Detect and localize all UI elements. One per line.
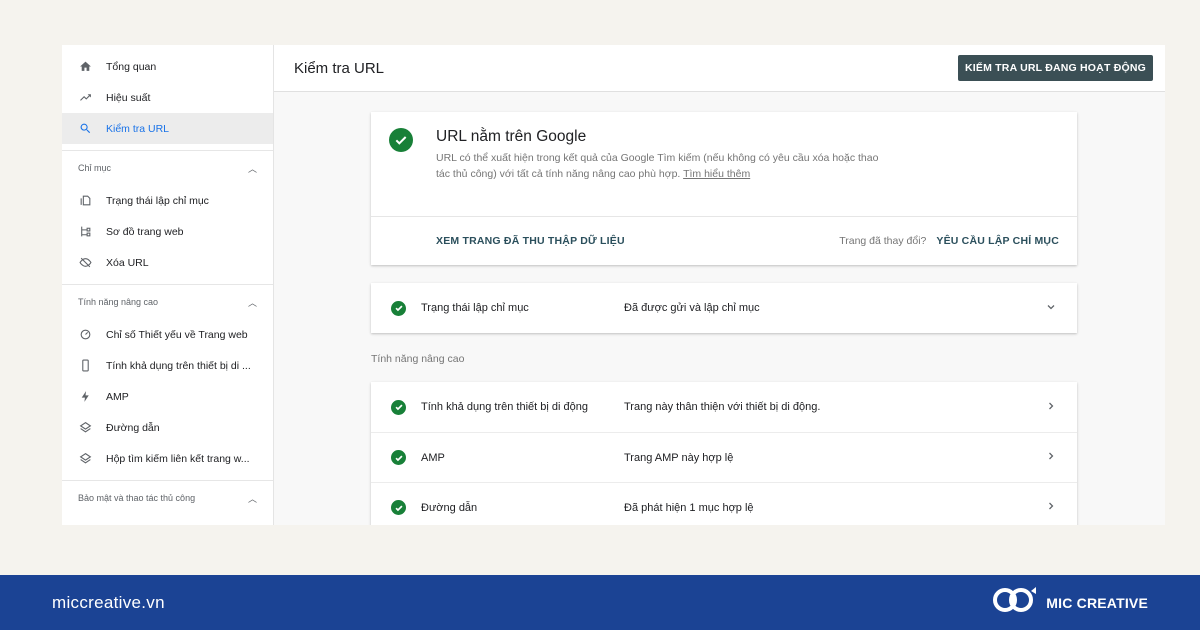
sidebar-item-breadcrumbs[interactable]: Đường dẫn <box>62 412 273 443</box>
row-label: Tính khả dụng trên thiết bị di động <box>421 401 588 413</box>
page-changed-question: Trang đã thay đổi? <box>839 234 927 247</box>
footer-bar: miccreative.vn MIC CREATIVE <box>0 575 1200 630</box>
check-circle-icon <box>389 128 413 152</box>
sidebar-item-label: Xóa URL <box>106 256 149 269</box>
row-value: Trang AMP này hợp lệ <box>624 451 734 464</box>
bolt-icon <box>78 390 92 404</box>
check-circle-icon <box>391 399 406 415</box>
chevron-up-icon: ︿ <box>247 163 257 174</box>
enhancement-row[interactable]: AMP Trang AMP này hợp lệ <box>371 432 1077 482</box>
main-content: Kiểm tra URL KIỂM TRA URL ĐANG HOẠT ĐỘNG… <box>274 45 1165 525</box>
row-value: Đã được gửi và lập chỉ mục <box>624 302 760 314</box>
sidebar-item-label: Đường dẫn <box>106 421 160 434</box>
enhancements-card: Tính khả dụng trên thiết bị di động Tran… <box>371 382 1077 525</box>
request-indexing-button[interactable]: YÊU CẦU LẬP CHỈ MỤC <box>936 235 1059 247</box>
sidebar-item-overview[interactable]: Tổng quan <box>62 51 273 82</box>
layers-icon <box>78 452 92 466</box>
sidebar-item-url-inspection[interactable]: Kiểm tra URL <box>62 113 273 144</box>
row-label: Đường dẫn <box>421 501 478 514</box>
section-header-security[interactable]: Bảo mật và thao tác thủ công ︿ <box>62 481 273 515</box>
test-live-url-button[interactable]: KIỂM TRA URL ĐANG HOẠT ĐỘNG <box>958 55 1153 81</box>
inspection-result-card: URL nằm trên Google URL có thể xuất hiện… <box>371 112 1077 265</box>
row-value: Trang này thân thiện với thiết bị di độn… <box>624 401 821 413</box>
home-icon <box>78 60 92 74</box>
chevron-up-icon: ︿ <box>247 493 257 504</box>
index-status-row[interactable]: Trạng thái lập chỉ mục Đã được gửi và lậ… <box>371 283 1077 333</box>
sidebar-item-label: Sơ đồ trang web <box>106 225 184 238</box>
result-description-text: URL có thể xuất hiện trong kết quả của G… <box>436 152 879 180</box>
chevron-right-icon <box>1045 450 1057 465</box>
sidebar-item-index-status[interactable]: Trạng thái lập chỉ mục <box>62 185 273 216</box>
visibility-off-icon <box>78 256 92 270</box>
top-bar: Kiểm tra URL KIỂM TRA URL ĐANG HOẠT ĐỘNG <box>274 45 1165 92</box>
chevron-down-icon <box>1045 301 1057 316</box>
chevron-right-icon <box>1045 500 1057 515</box>
search-icon <box>78 122 92 136</box>
sidebar-item-label: Chỉ số Thiết yếu về Trang web <box>106 328 248 341</box>
sidebar-item-mobile-usability[interactable]: Tính khả dụng trên thiết bị di ... <box>62 350 273 381</box>
sidebar-item-label: Kiểm tra URL <box>106 122 170 135</box>
sidebar-item-label: AMP <box>106 390 129 403</box>
sidebar-item-label: Hiệu suất <box>106 91 151 104</box>
sidebar-item-core-web-vitals[interactable]: Chỉ số Thiết yếu về Trang web <box>62 319 273 350</box>
sidebar: Tổng quan Hiệu suất Kiểm tra URL Chỉ mục… <box>62 45 274 525</box>
section-title: Tính năng nâng cao <box>78 297 159 307</box>
trending-up-icon <box>78 91 92 105</box>
sidebar-item-removals[interactable]: Xóa URL <box>62 247 273 278</box>
sidebar-item-label: Trạng thái lập chỉ mục <box>106 194 209 207</box>
brand: MIC CREATIVE <box>992 585 1148 620</box>
chevron-right-icon <box>1045 400 1057 415</box>
sitemap-icon <box>78 225 92 239</box>
sidebar-item-sitemaps[interactable]: Sơ đồ trang web <box>62 216 273 247</box>
brand-name: MIC CREATIVE <box>1046 594 1148 611</box>
section-header-enhancements[interactable]: Tính năng nâng cao ︿ <box>62 285 273 319</box>
result-actions: XEM TRANG ĐÃ THU THẬP DỮ LIỆU Trang đã t… <box>436 216 1059 265</box>
result-description: URL có thể xuất hiện trong kết quả của G… <box>436 151 886 182</box>
speed-icon <box>78 328 92 342</box>
section-header-index[interactable]: Chỉ mục ︿ <box>62 151 273 185</box>
pages-icon <box>78 194 92 208</box>
layers-icon <box>78 421 92 435</box>
row-label: Trạng thái lập chỉ mục <box>421 302 529 314</box>
enhancements-heading: Tính năng nâng cao <box>371 353 465 365</box>
check-circle-icon <box>391 500 406 515</box>
check-circle-icon <box>391 300 406 316</box>
check-circle-icon <box>391 450 406 465</box>
enhancement-row[interactable]: Đường dẫn Đã phát hiện 1 mục hợp lệ <box>371 482 1077 525</box>
view-crawled-page-button[interactable]: XEM TRANG ĐÃ THU THẬP DỮ LIỆU <box>436 235 625 247</box>
row-value: Đã phát hiện 1 mục hợp lệ <box>624 501 754 514</box>
result-title: URL nằm trên Google <box>436 128 587 145</box>
search-console-screenshot: Tổng quan Hiệu suất Kiểm tra URL Chỉ mục… <box>62 45 1165 525</box>
sidebar-item-label: Tổng quan <box>106 60 157 73</box>
sidebar-item-label: Hộp tìm kiếm liên kết trang w... <box>106 452 250 465</box>
sidebar-item-label: Tính khả dụng trên thiết bị di ... <box>106 359 251 372</box>
section-title: Chỉ mục <box>78 163 112 173</box>
sidebar-item-sitelinks-searchbox[interactable]: Hộp tìm kiếm liên kết trang w... <box>62 443 273 474</box>
row-label: AMP <box>421 451 445 464</box>
site-url[interactable]: miccreative.vn <box>52 593 165 613</box>
chevron-up-icon: ︿ <box>247 297 257 308</box>
sidebar-item-amp[interactable]: AMP <box>62 381 273 412</box>
sidebar-item-performance[interactable]: Hiệu suất <box>62 82 273 113</box>
index-status-card: Trạng thái lập chỉ mục Đã được gửi và lậ… <box>371 283 1077 333</box>
page-title: Kiểm tra URL <box>294 59 385 77</box>
enhancement-row[interactable]: Tính khả dụng trên thiết bị di động Tran… <box>371 382 1077 432</box>
learn-more-link[interactable]: Tìm hiểu thêm <box>683 168 750 180</box>
phone-icon <box>78 359 92 373</box>
section-title: Bảo mật và thao tác thủ công <box>78 493 196 503</box>
infinity-logo-icon <box>992 585 1038 620</box>
